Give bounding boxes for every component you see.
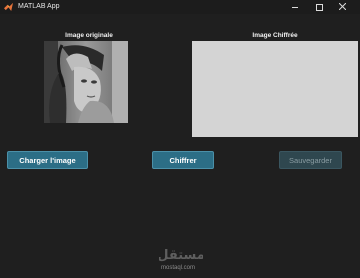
svg-text:مستقل: مستقل xyxy=(159,248,203,262)
encrypted-image xyxy=(192,41,358,137)
matlab-logo-icon xyxy=(4,2,13,11)
encrypted-image-title: Image Chiffrée xyxy=(252,32,298,39)
maximize-button[interactable] xyxy=(308,0,330,14)
close-button[interactable] xyxy=(332,0,354,14)
watermark-logo: مستقل xyxy=(159,248,203,262)
watermark-text: mostaql.com xyxy=(161,265,196,271)
original-image-title: Image originale xyxy=(65,32,113,39)
load-image-button[interactable]: Charger l'image xyxy=(7,151,88,169)
encrypt-button[interactable]: Chiffrer xyxy=(152,151,214,169)
save-button[interactable]: Sauvegarder xyxy=(279,151,342,169)
close-icon xyxy=(339,3,346,10)
minimize-button[interactable] xyxy=(284,0,306,14)
original-image xyxy=(44,41,128,123)
title-bar: MATLAB App xyxy=(0,0,360,14)
window-title: MATLAB App xyxy=(18,3,60,10)
